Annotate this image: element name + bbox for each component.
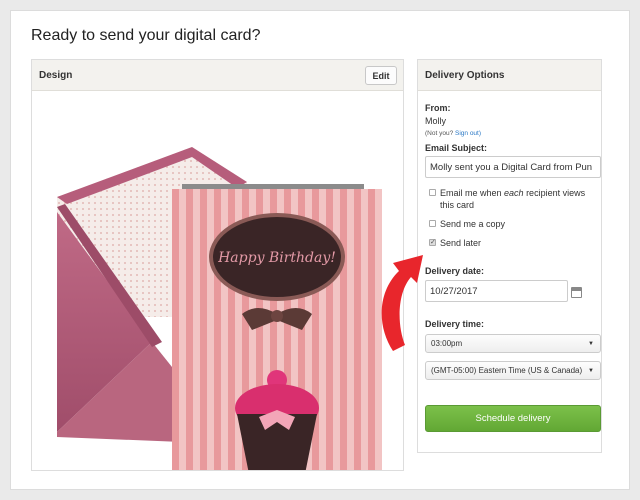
delivery-time-label: Delivery time: xyxy=(425,319,485,329)
timezone-value: (GMT-05:00) Eastern Time (US & Canada) xyxy=(431,366,583,375)
send-copy-option[interactable]: Send me a copy xyxy=(429,218,594,230)
edit-button[interactable]: Edit xyxy=(365,66,397,85)
delivery-date-input[interactable] xyxy=(425,280,568,302)
delivery-time-select[interactable]: 03:00pm ▼ xyxy=(425,334,601,353)
from-name: Molly xyxy=(425,116,447,126)
annotation-arrow xyxy=(381,255,423,351)
main-frame: Ready to send your digital card? Design … xyxy=(10,10,630,490)
delivery-date-label: Delivery date: xyxy=(425,266,485,276)
not-you-text: (Not you? Sign out) xyxy=(425,130,482,137)
page-title: Ready to send your digital card? xyxy=(31,27,261,44)
delivery-title: Delivery Options xyxy=(425,70,505,81)
subject-label: Email Subject: xyxy=(425,143,488,153)
caret-down-icon: ▼ xyxy=(588,368,594,374)
email-subject-input[interactable] xyxy=(425,156,601,178)
email-notify-checkbox[interactable] xyxy=(429,189,436,196)
send-later-checkbox[interactable] xyxy=(429,237,436,249)
time-value: 03:00pm xyxy=(431,339,463,348)
delivery-header: Delivery Options xyxy=(418,60,601,91)
schedule-delivery-button[interactable]: Schedule delivery xyxy=(425,405,601,432)
timezone-select[interactable]: (GMT-05:00) Eastern Time (US & Canada) ▼ xyxy=(425,361,601,380)
email-notify-label: Email me when each recipient views this … xyxy=(440,188,586,210)
design-header: Design Edit xyxy=(32,60,403,91)
delivery-options-panel: Delivery Options From: Molly (Not you? S… xyxy=(417,59,602,453)
design-panel: Design Edit Happy Birthday! xyxy=(31,59,404,471)
send-later-option[interactable]: Send later xyxy=(429,237,594,249)
card-preview[interactable]: Happy Birthday! xyxy=(32,92,404,471)
sign-out-link[interactable]: Sign out) xyxy=(455,130,481,137)
caret-down-icon: ▼ xyxy=(588,341,594,347)
send-copy-checkbox[interactable] xyxy=(429,220,436,227)
email-notify-option[interactable]: Email me when each recipient views this … xyxy=(429,187,594,211)
birthday-card-graphic: Happy Birthday! xyxy=(172,184,382,470)
design-title: Design xyxy=(39,70,73,81)
from-label: From: xyxy=(425,103,451,113)
card-greeting: Happy Birthday! xyxy=(217,250,336,266)
send-later-label: Send later xyxy=(440,238,482,248)
calendar-icon[interactable] xyxy=(571,287,582,298)
send-copy-label: Send me a copy xyxy=(440,219,506,229)
